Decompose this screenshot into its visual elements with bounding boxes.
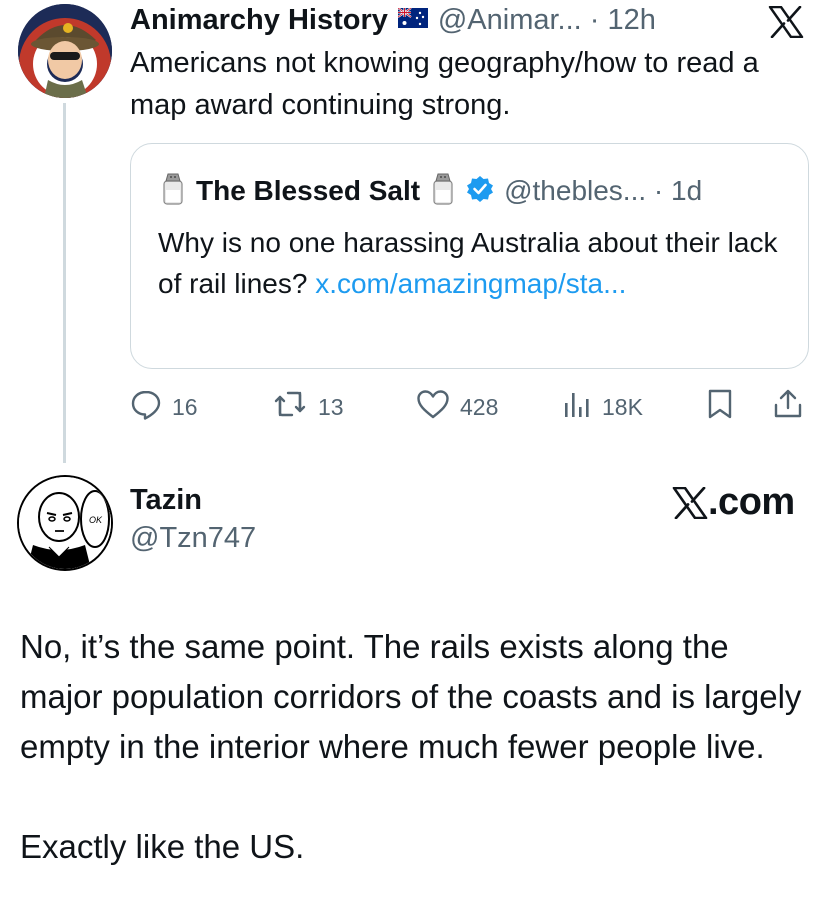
tweet-header: Animarchy History @Animar... · 12h (130, 2, 656, 38)
author-name[interactable]: Tazin (130, 484, 202, 517)
avatar-image (18, 4, 112, 98)
verified-badge-icon (466, 175, 494, 208)
salt-shaker-icon (160, 172, 186, 211)
retweet-icon (272, 389, 308, 425)
x-logo-icon[interactable] (768, 5, 804, 39)
like-count: 428 (460, 393, 499, 420)
views-count: 18K (602, 393, 643, 420)
share-button[interactable] (772, 388, 804, 426)
heart-icon (416, 389, 450, 425)
x-dot-com-text: .com (708, 481, 795, 523)
retweet-count: 13 (318, 393, 344, 420)
quoted-tweet-text: Why is no one harassing Australia about … (158, 222, 788, 304)
quoted-author-name[interactable]: The Blessed Salt (196, 175, 420, 207)
avatar-tazin[interactable]: OK (17, 475, 113, 571)
tweet-text: Americans not knowing geography/how to r… (130, 47, 759, 121)
thread-connector-line (63, 103, 66, 463)
quoted-tweet-header: The Blessed Salt @thebles... · 1d (160, 172, 702, 210)
australia-flag-icon (397, 6, 428, 33)
tweet-text: No, it’s the same point. The rails exist… (20, 622, 810, 872)
author-name[interactable]: Animarchy History (130, 4, 388, 37)
author-handle[interactable]: @Tzn747 (130, 522, 256, 555)
avatar-image: OK (19, 477, 111, 569)
tweet-paragraph: Exactly like the US. (20, 828, 305, 865)
salt-shaker-icon (430, 172, 456, 211)
analytics-icon (562, 389, 592, 425)
reply-button[interactable]: 16 (130, 390, 198, 424)
views-button[interactable]: 18K (562, 390, 643, 424)
quoted-tweet-link[interactable]: x.com/amazingmap/sta... (315, 268, 626, 299)
avatar-animarchy-history[interactable] (18, 4, 112, 98)
like-button[interactable]: 428 (416, 390, 498, 424)
bookmark-icon (706, 388, 734, 426)
tweet-paragraph: No, it’s the same point. The rails exist… (20, 628, 802, 765)
avatar-ok-text: OK (89, 515, 103, 525)
reply-icon (130, 388, 162, 426)
bookmark-button[interactable] (706, 388, 734, 426)
author-handle-time[interactable]: @Animar... · 12h (438, 4, 656, 37)
quoted-author-handle-time[interactable]: @thebles... · 1d (504, 175, 702, 207)
x-logo-icon (672, 486, 708, 519)
reply-count: 16 (172, 393, 198, 420)
retweet-button[interactable]: 13 (272, 390, 344, 424)
share-icon (772, 388, 804, 426)
x-dot-com-watermark: .com (672, 481, 795, 524)
